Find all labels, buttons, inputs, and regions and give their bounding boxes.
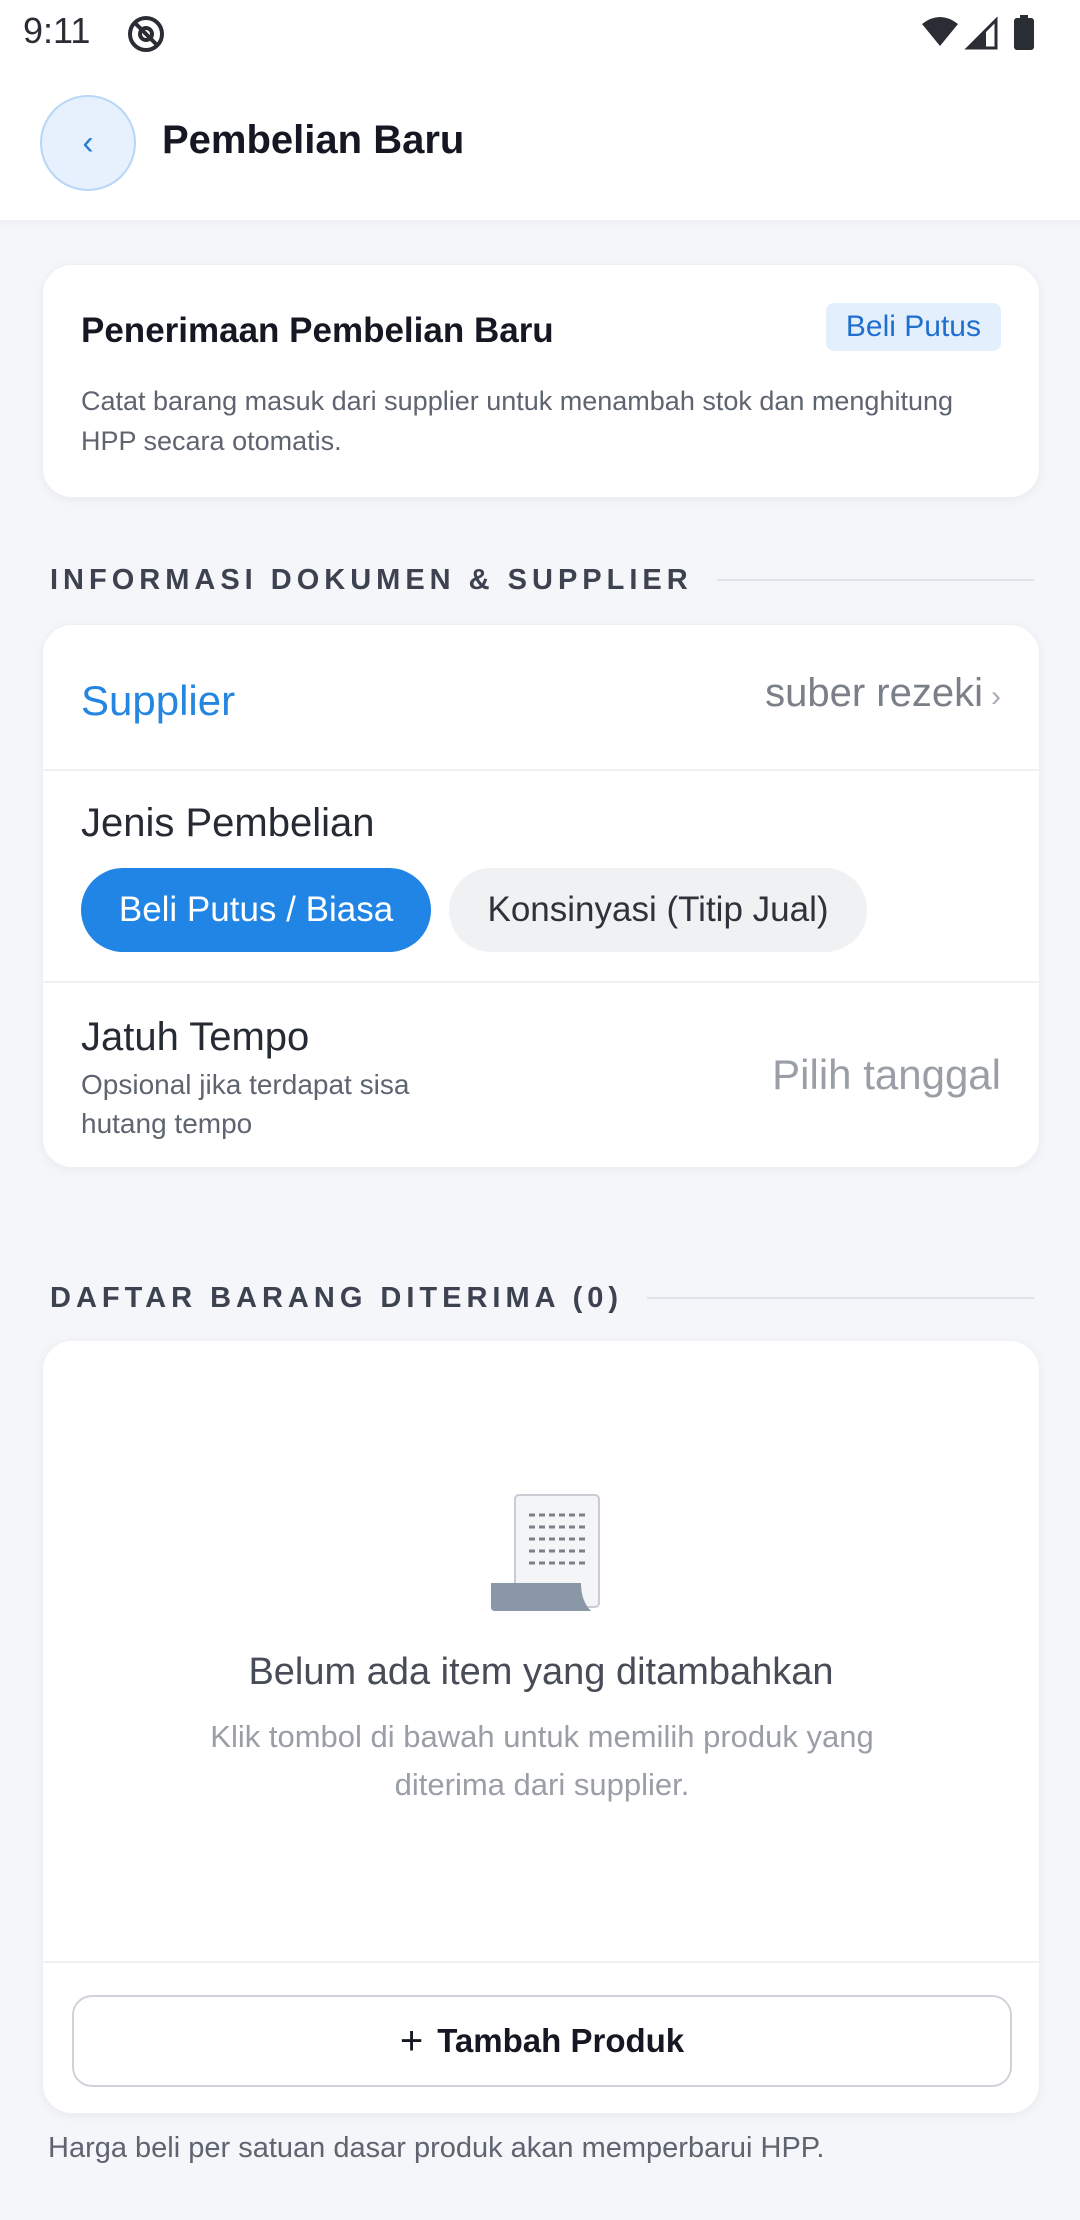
document-card: Supplier suber rezeki › Jenis Pembelian B… <box>42 624 1040 1168</box>
due-date-hint: Opsional jika terdapat sisa hutang tempo <box>81 1069 410 1139</box>
app-bar: ‹ Pembelian Baru <box>0 66 1080 220</box>
section-title: INFORMASI DOKUMEN & SUPPLIER <box>50 563 693 596</box>
plus-icon: + <box>399 2018 424 2063</box>
intro-card: Penerimaan Pembelian Baru Beli Putus Cat… <box>42 264 1040 498</box>
status-bar: 9:11 <box>0 0 1080 66</box>
row-divider <box>43 1961 1039 1963</box>
intro-description: Catat barang masuk dari supplier untuk m… <box>81 386 954 456</box>
intro-title: Penerimaan Pembelian Baru <box>81 311 554 350</box>
chip-beli-putus[interactable]: Beli Putus / Biasa <box>81 868 431 952</box>
row-divider <box>43 769 1039 771</box>
supplier-label: Supplier <box>81 677 236 724</box>
supplier-value: suber rezeki › <box>765 671 1001 716</box>
status-time: 9:11 <box>23 10 91 51</box>
battery-icon <box>1014 18 1034 50</box>
section-header-items: DAFTAR BARANG DITERIMA (0) <box>50 1278 1034 1318</box>
add-product-label: Tambah Produk <box>437 2022 685 2059</box>
purchase-type-badge: Beli Putus <box>825 303 1001 351</box>
back-button[interactable]: ‹ <box>40 95 136 191</box>
at-sign-icon <box>128 16 164 52</box>
empty-state-title: Belum ada item yang ditambahkan <box>248 1651 834 1693</box>
receipt-icon <box>491 1494 600 1611</box>
wifi-icon <box>922 17 958 46</box>
supplier-row[interactable]: Supplier suber rezeki › <box>43 625 1039 769</box>
due-date-row[interactable]: Jatuh Tempo Opsional jika terdapat sisa … <box>43 983 1039 1169</box>
purchase-type-label: Jenis Pembelian <box>81 801 375 845</box>
due-date-label: Jatuh Tempo <box>81 1015 310 1059</box>
chip-konsinyasi[interactable]: Konsinyasi (Titip Jual) <box>449 868 867 952</box>
section-divider <box>716 579 1034 581</box>
section-title: DAFTAR BARANG DITERIMA (0) <box>50 1281 624 1314</box>
date-picker-placeholder: Pilih tanggal <box>772 1051 1001 1098</box>
supplier-name: suber rezeki <box>765 671 983 715</box>
page-title: Pembelian Baru <box>162 118 465 162</box>
items-card: Belum ada item yang ditambahkan Klik tom… <box>42 1340 1040 2114</box>
empty-state-description: Klik tombol di bawah untuk memilih produ… <box>210 1719 874 1802</box>
chevron-right-icon: › <box>991 680 1001 713</box>
status-icons <box>922 15 1034 50</box>
footer-note: Harga beli per satuan dasar produk akan … <box>48 2132 825 2164</box>
section-header-document: INFORMASI DOKUMEN & SUPPLIER <box>50 560 1034 600</box>
add-product-button[interactable]: + Tambah Produk <box>72 1995 1012 2087</box>
section-divider <box>647 1297 1034 1299</box>
chevron-left-icon: ‹ <box>82 123 94 162</box>
